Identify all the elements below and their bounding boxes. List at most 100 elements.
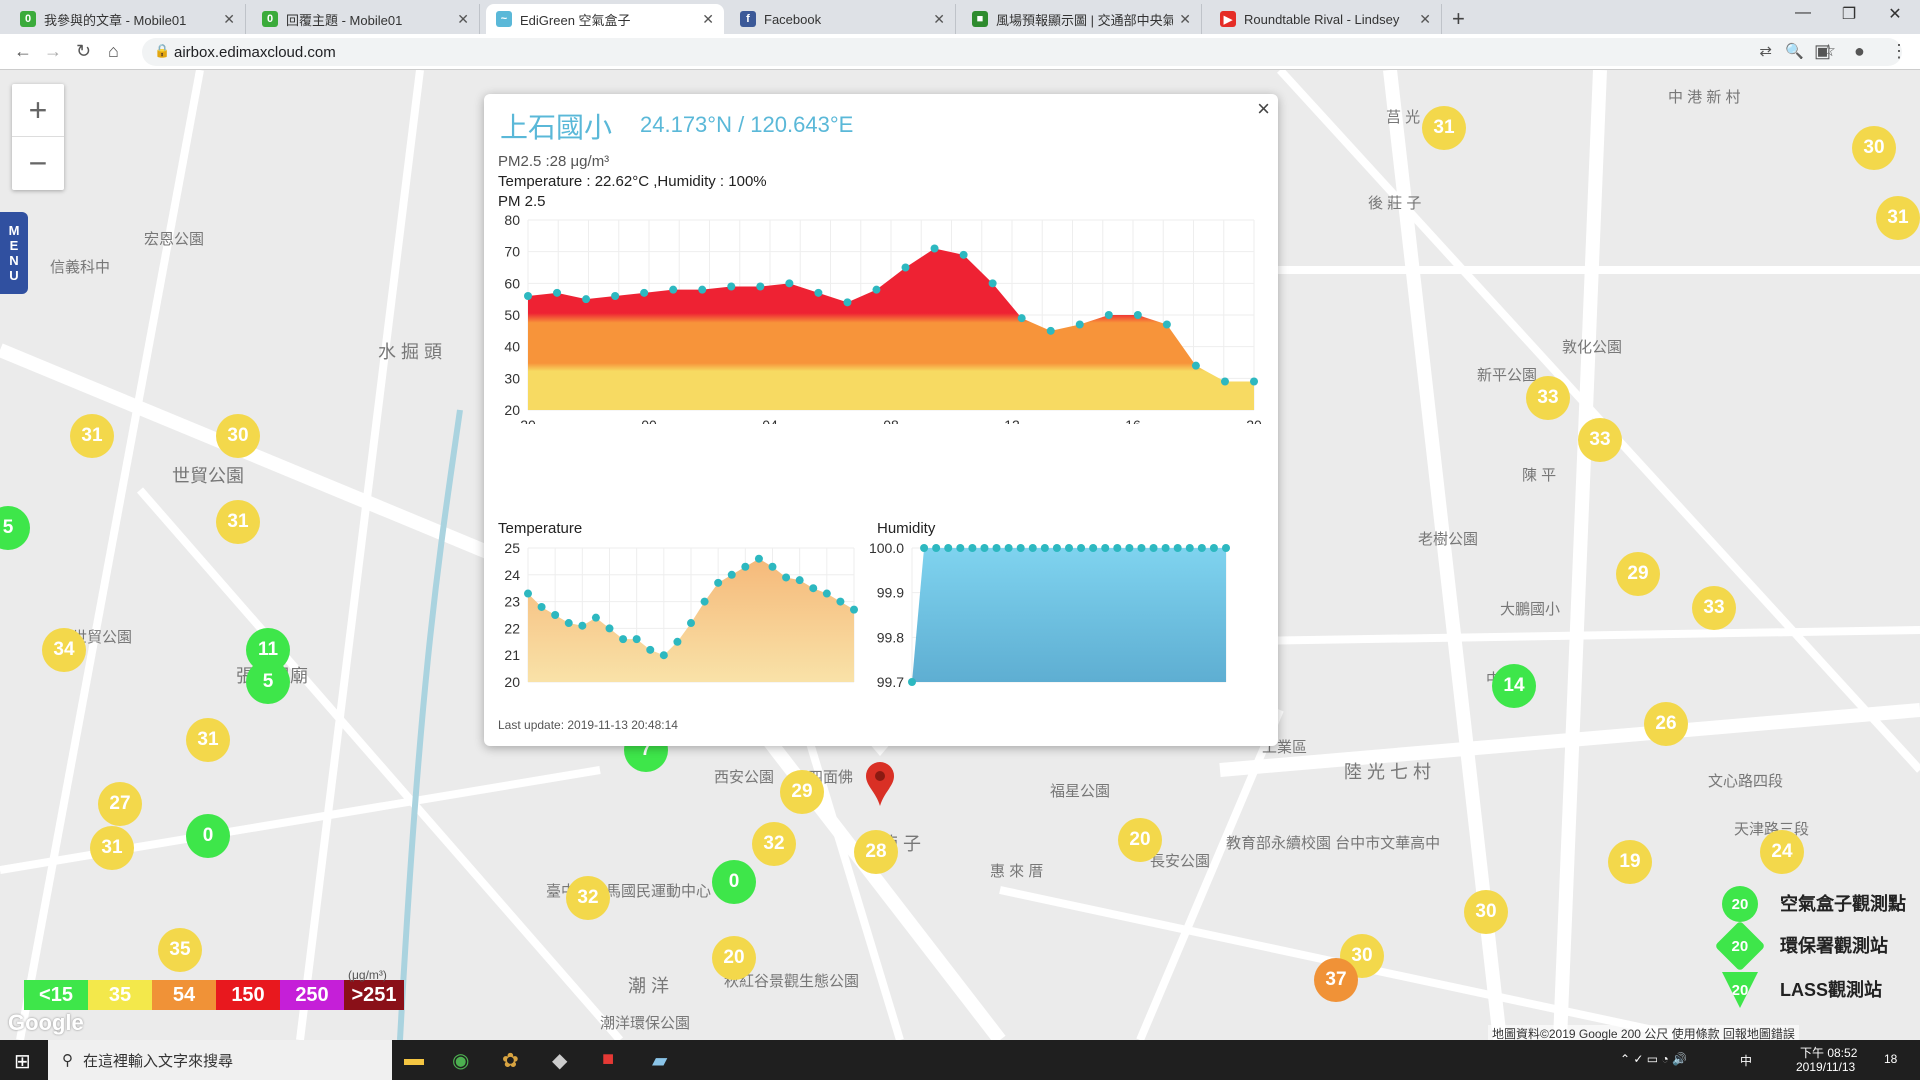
tab-3[interactable]: f Facebook ✕ bbox=[730, 4, 956, 34]
search-placeholder: 在這裡輸入文字來搜尋 bbox=[83, 1052, 234, 1070]
station-legend-label: 空氣盒子觀測點 bbox=[1780, 894, 1906, 914]
file-explorer-icon[interactable]: ▬ bbox=[404, 1048, 424, 1071]
sensor-marker[interactable]: 35 bbox=[158, 928, 202, 972]
map-place-label: 後 莊 子 bbox=[1368, 195, 1422, 212]
close-window-button[interactable]: ✕ bbox=[1872, 4, 1918, 24]
x-tick-label: 00 bbox=[641, 417, 657, 424]
sensor-marker[interactable]: 31 bbox=[70, 414, 114, 458]
tab-close-icon[interactable]: ✕ bbox=[933, 11, 945, 28]
sensor-marker[interactable]: 26 bbox=[1644, 702, 1688, 746]
sensor-marker[interactable]: 29 bbox=[780, 770, 824, 814]
sensor-marker[interactable]: 20 bbox=[1118, 818, 1162, 862]
tab-1[interactable]: 0 回覆主題 - Mobile01 ✕ bbox=[252, 4, 480, 34]
map-place-label: 福星公園 bbox=[1050, 783, 1111, 800]
ime-indicator[interactable]: 中 bbox=[1740, 1052, 1752, 1069]
taskbar-search[interactable]: ⚲ 在這裡輸入文字來搜尋 bbox=[48, 1040, 392, 1080]
sensor-marker[interactable]: 30 bbox=[216, 414, 260, 458]
sensor-marker[interactable]: 33 bbox=[1692, 586, 1736, 630]
sensor-marker[interactable]: 33 bbox=[1526, 376, 1570, 420]
back-icon[interactable]: ← bbox=[14, 41, 32, 62]
sensor-marker[interactable]: 20 bbox=[712, 936, 756, 980]
legend-swatch: 35 bbox=[88, 980, 152, 1010]
tab-title: Roundtable Rival - Lindsey bbox=[1244, 11, 1400, 27]
clock-date[interactable]: 2019/11/13 bbox=[1796, 1060, 1855, 1074]
tab-close-icon[interactable]: ✕ bbox=[1179, 11, 1191, 28]
sensor-marker[interactable]: 27 bbox=[98, 782, 142, 826]
minimize-button[interactable]: — bbox=[1780, 4, 1826, 22]
extension-icon[interactable]: ▣ bbox=[1814, 41, 1831, 62]
data-point bbox=[930, 244, 939, 253]
sensor-marker[interactable]: 37 bbox=[1314, 958, 1358, 1002]
reload-icon[interactable]: ↻ bbox=[76, 41, 91, 62]
sensor-marker[interactable]: 34 bbox=[42, 628, 86, 672]
data-point bbox=[1191, 361, 1200, 370]
data-point bbox=[1185, 544, 1194, 552]
sensor-marker[interactable]: 31 bbox=[90, 826, 134, 870]
home-icon[interactable]: ⌂ bbox=[108, 41, 119, 62]
x-tick-label: 16 bbox=[1125, 417, 1141, 424]
forward-icon[interactable]: → bbox=[44, 41, 62, 62]
zoom-icon[interactable]: 🔍 bbox=[1785, 42, 1804, 60]
zoom-out-button[interactable]: − bbox=[12, 137, 64, 190]
data-point bbox=[756, 282, 765, 291]
address-bar[interactable]: 🔒 airbox.edimaxcloud.com ⇄ 🔍 ☆ bbox=[142, 38, 1902, 66]
notification-icon[interactable]: 18 bbox=[1884, 1052, 1897, 1066]
url-text: airbox.edimaxcloud.com bbox=[174, 44, 336, 61]
tab-0[interactable]: 0 我參與的文章 - Mobile01 ✕ bbox=[10, 4, 246, 34]
data-point bbox=[1075, 320, 1084, 329]
app-icon-4[interactable]: ▰ bbox=[652, 1048, 667, 1073]
sensor-marker[interactable]: 5 bbox=[246, 660, 290, 704]
road bbox=[0, 766, 601, 874]
sensor-marker[interactable]: 24 bbox=[1760, 830, 1804, 874]
station-name: 上石國小 bbox=[500, 112, 613, 143]
sensor-marker[interactable]: 31 bbox=[1876, 196, 1920, 240]
map-place-label: 大鵬國小 bbox=[1500, 601, 1561, 618]
close-button[interactable]: × bbox=[1257, 96, 1270, 122]
sensor-marker[interactable]: 32 bbox=[752, 822, 796, 866]
tab-close-icon[interactable]: ✕ bbox=[702, 11, 714, 28]
data-point bbox=[632, 635, 641, 644]
sensor-marker[interactable]: 31 bbox=[1422, 106, 1466, 150]
windows-start-icon[interactable]: ⊞ bbox=[14, 1049, 31, 1074]
sensor-marker[interactable]: 0 bbox=[186, 814, 230, 858]
data-point bbox=[714, 578, 723, 587]
menu-dots-icon[interactable]: ⋮ bbox=[1890, 41, 1908, 62]
tab-4[interactable]: ■ 風場預報顯示圖 | 交通部中央氣象 ✕ bbox=[962, 4, 1202, 34]
y-tick-label: 80 bbox=[504, 212, 520, 228]
tab-close-icon[interactable]: ✕ bbox=[457, 11, 469, 28]
tab-close-icon[interactable]: ✕ bbox=[1419, 11, 1431, 28]
tab-2[interactable]: ~ EdiGreen 空氣盒子 ✕ bbox=[486, 4, 724, 34]
sensor-marker[interactable]: 0 bbox=[712, 860, 756, 904]
app-icon[interactable]: ✿ bbox=[502, 1048, 519, 1073]
chrome-icon[interactable]: ◉ bbox=[452, 1048, 469, 1073]
app-icon-2[interactable]: ◆ bbox=[552, 1048, 567, 1073]
tab-close-icon[interactable]: ✕ bbox=[223, 11, 235, 28]
sensor-marker[interactable]: 14 bbox=[1492, 664, 1536, 708]
last-update: Last update: 2019-11-13 20:48:14 bbox=[498, 718, 678, 732]
tray-icons[interactable]: ⌃ ✓ ▭ ◔ 🔊 bbox=[1620, 1052, 1687, 1066]
sensor-marker[interactable]: 33 bbox=[1578, 418, 1622, 462]
tab-favicon-icon: ~ bbox=[496, 11, 512, 27]
google-logo: Google bbox=[8, 1010, 84, 1035]
sensor-marker[interactable]: 30 bbox=[1852, 126, 1896, 170]
sensor-marker[interactable]: 30 bbox=[1464, 890, 1508, 934]
tab-5[interactable]: ▶ Roundtable Rival - Lindsey ✕ bbox=[1210, 4, 1442, 34]
new-tab-button[interactable]: + bbox=[1452, 6, 1465, 32]
location-pin-icon[interactable] bbox=[864, 760, 896, 808]
map-area[interactable]: 水 掘 頭世貿公園張家祖廟湳 子惠 來 厝陳 平後 莊 子莒 光中 港 新 村敦… bbox=[0, 70, 1920, 1040]
data-point bbox=[591, 613, 600, 622]
zoom-in-button[interactable]: + bbox=[12, 84, 64, 137]
menu-tab[interactable]: MENU bbox=[0, 212, 28, 294]
sensor-marker[interactable]: 28 bbox=[854, 830, 898, 874]
sensor-marker[interactable]: 31 bbox=[186, 718, 230, 762]
map-place-label: 惠 來 厝 bbox=[990, 863, 1044, 880]
clock-time[interactable]: 下午 08:52 bbox=[1800, 1044, 1857, 1061]
app-icon-3[interactable]: ■ bbox=[602, 1048, 614, 1071]
maximize-button[interactable]: ❐ bbox=[1826, 4, 1872, 24]
sensor-marker[interactable]: 19 bbox=[1608, 840, 1652, 884]
sensor-marker[interactable]: 31 bbox=[216, 500, 260, 544]
sensor-marker[interactable]: 29 bbox=[1616, 552, 1660, 596]
translate-icon[interactable]: ⇄ bbox=[1759, 42, 1772, 60]
profile-icon[interactable]: ● bbox=[1854, 41, 1865, 62]
sensor-marker[interactable]: 32 bbox=[566, 876, 610, 920]
